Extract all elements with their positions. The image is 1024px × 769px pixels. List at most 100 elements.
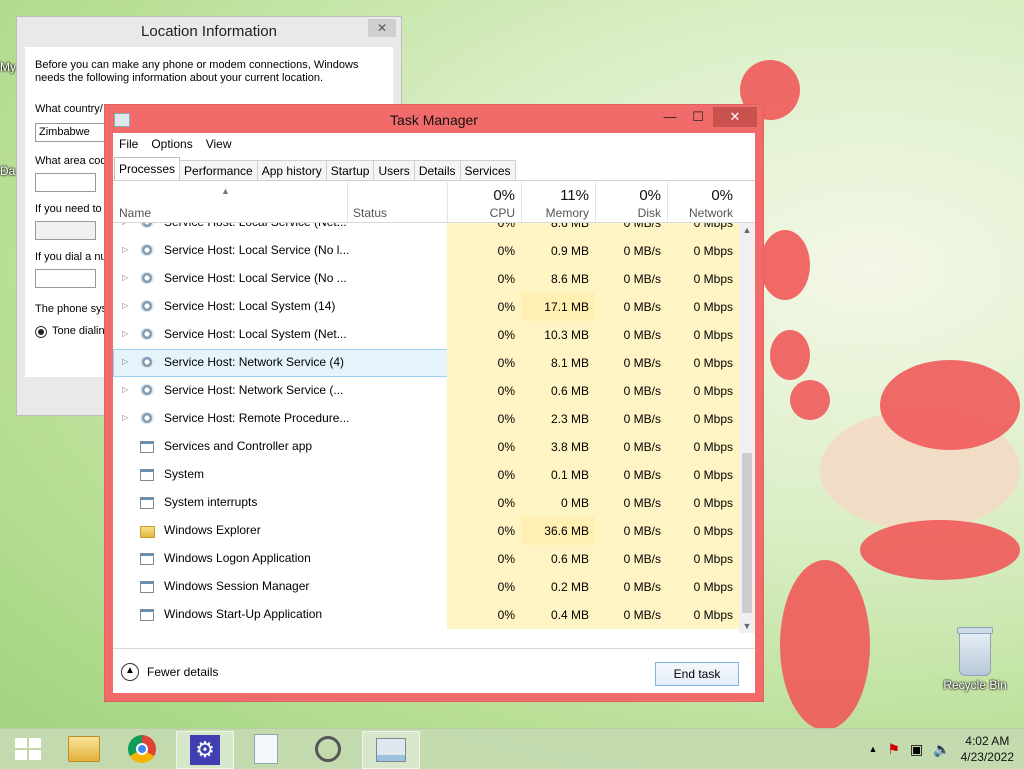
minimize-button[interactable]: —	[657, 107, 683, 127]
gear-icon	[140, 223, 154, 228]
network-cell: 0 Mbps	[667, 545, 739, 573]
tab-startup[interactable]: Startup	[325, 160, 375, 181]
area-code-input[interactable]	[35, 173, 96, 192]
expand-chevron-icon[interactable]: ▷	[122, 329, 128, 338]
speaker-muted-icon[interactable]: 🔈	[933, 741, 950, 758]
start-button[interactable]	[0, 731, 56, 767]
table-row[interactable]: Windows Logon Application 0% 0.6 MB 0 MB/s 0…	[113, 545, 739, 573]
expand-chevron-icon[interactable]: ▷	[122, 385, 128, 394]
process-name: Windows Explorer	[164, 523, 261, 537]
network-cell: 0 Mbps	[667, 265, 739, 293]
table-row[interactable]: Windows Session Manager 0% 0.2 MB 0 MB/s 0 M…	[113, 573, 739, 601]
memory-cell: 0 MB	[521, 489, 595, 517]
task-manager-window: Task Manager — ☐ ✕ File Options View Pro…	[104, 104, 764, 702]
table-row[interactable]: ▷ Service Host: Remote Procedure... 0% 2.3 …	[113, 405, 739, 433]
taskbar-file-explorer[interactable]	[56, 731, 112, 767]
scroll-down-icon[interactable]: ▼	[739, 619, 755, 633]
expand-chevron-icon[interactable]: ▷	[122, 245, 128, 254]
gear-icon	[140, 328, 154, 340]
tab-services[interactable]: Services	[459, 160, 516, 181]
table-row[interactable]: System interrupts 0% 0 MB 0 MB/s 0 Mbps	[113, 489, 739, 517]
expand-chevron-icon[interactable]: ▷	[122, 357, 128, 366]
cpu-cell: 0%	[447, 265, 521, 293]
tab-performance[interactable]: Performance	[179, 160, 258, 181]
process-name: Windows Session Manager	[164, 579, 310, 593]
show-hidden-icons-button[interactable]: ▲	[868, 744, 877, 754]
end-task-button[interactable]: End task	[655, 662, 739, 686]
scrollbar-thumb[interactable]	[742, 453, 752, 613]
column-header-disk[interactable]: 0% Disk	[595, 182, 667, 222]
table-row[interactable]: Windows Start-Up Application 0% 0.4 MB 0 MB…	[113, 601, 739, 629]
close-button[interactable]: ✕	[713, 107, 757, 127]
tab-app-history[interactable]: App history	[256, 160, 327, 181]
dialog-close-button[interactable]: ✕	[368, 19, 396, 37]
clock[interactable]: 4:02 AM 4/23/2022	[961, 733, 1014, 765]
chevron-up-icon: ▲	[121, 663, 139, 681]
table-row[interactable]: ▷ Service Host: Local Service (Net... 0%8.…	[113, 223, 739, 237]
table-row[interactable]: ▷ Service Host: Local System (Net... 0% 10.…	[113, 321, 739, 349]
disk-cell: 0 MB/s	[595, 265, 667, 293]
dialog-title-bar[interactable]: Location Information ✕	[17, 17, 401, 47]
tab-details[interactable]: Details	[413, 160, 461, 181]
expand-chevron-icon[interactable]: ▷	[122, 301, 128, 310]
tab-users[interactable]: Users	[373, 160, 415, 181]
menu-file[interactable]: File	[119, 137, 138, 151]
column-header-cpu[interactable]: 0% CPU	[447, 182, 521, 222]
expand-chevron-icon[interactable]: ▷	[122, 273, 128, 282]
network-cell: 0 Mbps	[667, 237, 739, 265]
window-icon	[140, 581, 154, 593]
status-column-label: Status	[353, 206, 388, 220]
table-row[interactable]: ▷ Service Host: Local System (14) 0% 17.1 M…	[113, 293, 739, 321]
expand-chevron-icon[interactable]: ▷	[122, 223, 128, 226]
cpu-cell: 0%	[447, 237, 521, 265]
table-row[interactable]: ▷ Service Host: Local Service (No l... 0% 0…	[113, 237, 739, 265]
taskbar-search-tool[interactable]	[300, 731, 356, 767]
memory-cell: 0.1 MB	[521, 461, 595, 489]
process-name: System interrupts	[164, 495, 258, 509]
recycle-bin[interactable]: Recycle Bin	[940, 627, 1010, 692]
taskbar-task-manager[interactable]	[362, 731, 420, 769]
tone-dialing-option[interactable]: Tone dialing	[35, 325, 111, 338]
cpu-cell: 0%	[447, 461, 521, 489]
area-code-label: What area cod	[35, 155, 107, 167]
cpu-cell: 0%	[447, 223, 521, 237]
table-row[interactable]: ▷ Service Host: Local Service (No ... 0% 8.…	[113, 265, 739, 293]
taskbar-control-panel[interactable]: ⚙	[176, 731, 234, 769]
task-manager-title-bar[interactable]: Task Manager — ☐ ✕	[105, 105, 763, 133]
long-distance-input[interactable]	[35, 269, 96, 288]
column-header-name[interactable]: ▲ Name	[113, 182, 347, 222]
chrome-icon	[128, 735, 156, 763]
action-center-flag-icon[interactable]: ⚑	[887, 741, 900, 758]
network-icon[interactable]: ▣	[910, 741, 923, 758]
table-row[interactable]: System 0% 0.1 MB 0 MB/s 0 Mbps	[113, 461, 739, 489]
expand-chevron-icon[interactable]: ▷	[122, 413, 128, 422]
recycle-bin-label: Recycle Bin	[943, 678, 1007, 692]
taskbar-notepad[interactable]	[238, 731, 294, 767]
tab-processes[interactable]: Processes	[114, 157, 181, 181]
fewer-details-button[interactable]: ▲ Fewer details	[121, 663, 218, 681]
table-row[interactable]: ▷ Service Host: Network Service (... 0% 0.6…	[113, 377, 739, 405]
vertical-scrollbar[interactable]: ▲ ▼	[739, 223, 755, 633]
process-name: Service Host: Local System (14)	[164, 299, 336, 313]
tab-divider	[113, 180, 755, 181]
column-header-memory[interactable]: 11% Memory	[521, 182, 595, 222]
menu-view[interactable]: View	[206, 137, 232, 151]
table-row[interactable]: Services and Controller app 0% 3.8 MB 0 MB/…	[113, 433, 739, 461]
menu-options[interactable]: Options	[151, 137, 192, 151]
process-name: Service Host: Local System (Net...	[164, 327, 347, 341]
desktop-icon-label[interactable]: Da	[0, 164, 15, 178]
outside-line-input[interactable]	[35, 221, 96, 240]
disk-cell: 0 MB/s	[595, 461, 667, 489]
maximize-button[interactable]: ☐	[685, 107, 711, 127]
scroll-up-icon[interactable]: ▲	[739, 223, 755, 237]
process-rows: ▷Service Host: Local Service (Net...0%8.…	[113, 223, 739, 629]
memory-cell: 0.9 MB	[521, 237, 595, 265]
desktop-icon-label[interactable]: My	[0, 60, 16, 74]
folder-icon	[140, 526, 155, 538]
column-header-network[interactable]: 0% Network	[667, 182, 739, 222]
cpu-cell: 0%	[447, 321, 521, 349]
column-header-status[interactable]: Status	[347, 182, 447, 222]
table-row[interactable]: ▷ Service Host: Network Service (4) 0% 8.1 …	[113, 349, 739, 377]
taskbar-chrome[interactable]	[114, 731, 170, 767]
table-row[interactable]: Windows Explorer 0% 36.6 MB 0 MB/s 0 Mbps	[113, 517, 739, 545]
